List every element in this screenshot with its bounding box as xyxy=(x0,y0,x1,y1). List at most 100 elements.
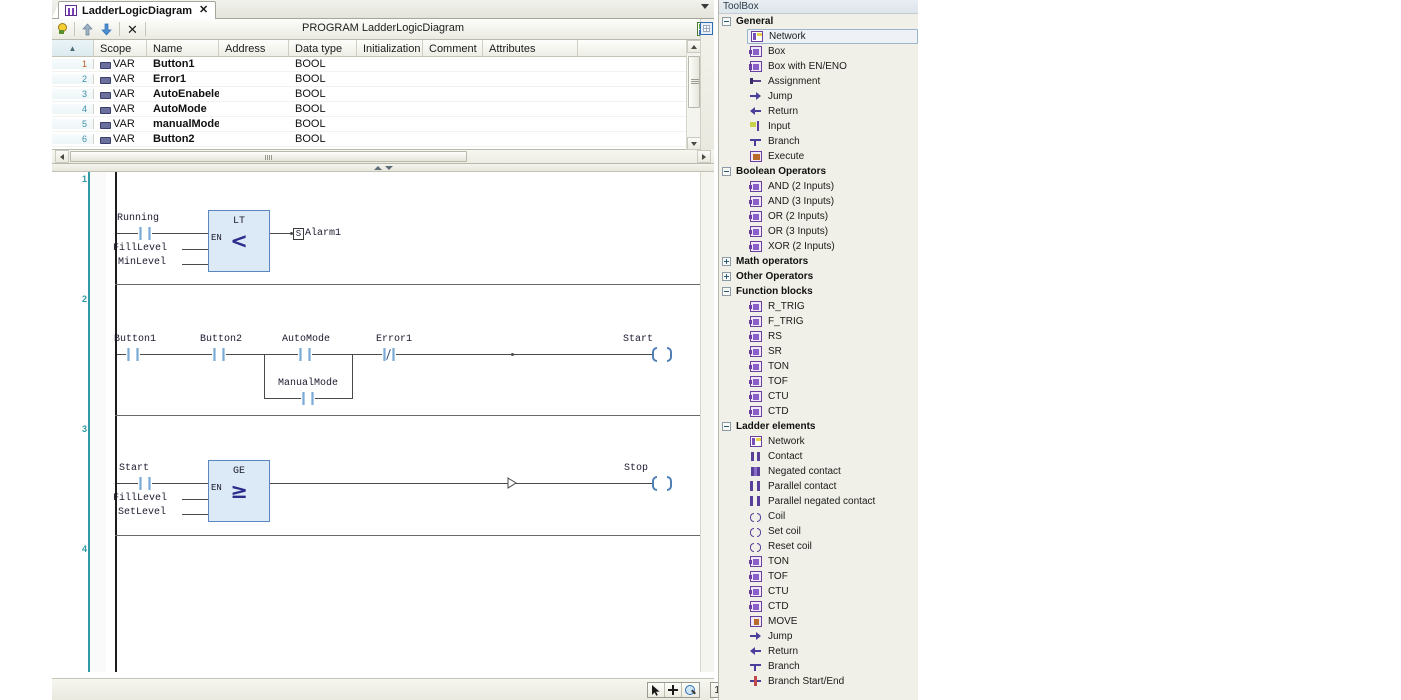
scroll-down-icon[interactable] xyxy=(687,137,701,150)
bulb-icon[interactable] xyxy=(52,20,71,39)
toolbox-group-other-operators[interactable]: Other Operators xyxy=(719,269,918,284)
toolbox-item-network[interactable]: Network xyxy=(747,29,918,44)
toolbox-item-execute[interactable]: Execute xyxy=(719,149,918,164)
canvas-vertical-scrollbar[interactable] xyxy=(700,172,714,672)
pan-tool-icon[interactable] xyxy=(665,683,682,697)
table-row[interactable]: 3 VAR AutoEnabeled BOOL xyxy=(52,87,714,102)
coil-stop[interactable] xyxy=(652,476,672,491)
toolbox-item-sr[interactable]: SR xyxy=(719,344,918,359)
ladder-diagram-canvas[interactable]: 1 2 3 4 Running FillLevel MinLevel LT EN… xyxy=(52,172,714,672)
table-row[interactable]: 2 VAR Error1 BOOL xyxy=(52,72,714,87)
toolbox-item-contact[interactable]: Contact xyxy=(719,449,918,464)
declaration-vertical-scrollbar[interactable] xyxy=(686,40,701,150)
pointer-tool-icon[interactable] xyxy=(648,683,665,697)
set-coil-marker[interactable]: S xyxy=(293,228,304,240)
toolbox-item-box-with-en-eno[interactable]: Box with EN/ENO xyxy=(719,59,918,74)
scrollbar-thumb[interactable] xyxy=(70,151,467,162)
toolbox-item-ladder-return[interactable]: Return xyxy=(719,644,918,659)
move-down-icon[interactable] xyxy=(97,20,116,39)
toolbox-group-math-operators[interactable]: Math operators xyxy=(719,254,918,269)
expand-icon[interactable] xyxy=(722,257,731,266)
toolbox-item-set-coil[interactable]: Set coil xyxy=(719,524,918,539)
contact-automode[interactable] xyxy=(298,348,312,361)
delete-icon[interactable]: ✕ xyxy=(123,20,142,39)
table-row[interactable]: 5 VAR manualMode BOOL xyxy=(52,117,714,132)
contact-button1[interactable] xyxy=(126,348,140,361)
toolbox-group-general[interactable]: General xyxy=(719,14,918,29)
splitter-down-icon[interactable] xyxy=(384,165,393,170)
contact-start[interactable] xyxy=(138,477,152,490)
toolbox-item-branch[interactable]: Branch xyxy=(719,134,918,149)
toolbox-item-or-2-inputs[interactable]: OR (2 Inputs) xyxy=(719,209,918,224)
function-block-ge[interactable]: GE EN ≥ xyxy=(208,460,270,522)
toolbox-item-rs[interactable]: RS xyxy=(719,329,918,344)
column-header-comment[interactable]: Comment xyxy=(423,40,483,56)
toolbox-group-function-blocks[interactable]: Function blocks xyxy=(719,284,918,299)
column-header-initialization[interactable]: Initialization xyxy=(357,40,423,56)
toolbox-item-ladder-ctd[interactable]: CTD xyxy=(719,599,918,614)
toolbox-item-or-3-inputs[interactable]: OR (3 Inputs) xyxy=(719,224,918,239)
splitter-up-icon[interactable] xyxy=(373,165,382,170)
editor-splitter[interactable] xyxy=(52,164,714,172)
contact-error1-negated[interactable] xyxy=(382,348,396,361)
table-row[interactable]: 6 VAR Button2 BOOL xyxy=(52,132,714,147)
toolbox-item-move[interactable]: MOVE xyxy=(719,614,918,629)
move-up-icon[interactable] xyxy=(78,20,97,39)
contact-running[interactable] xyxy=(138,227,152,240)
toolbox-group-boolean-operators[interactable]: Boolean Operators xyxy=(719,164,918,179)
toolbox-item-ladder-tof[interactable]: TOF xyxy=(719,569,918,584)
toolbox-item-ladder-ton[interactable]: TON xyxy=(719,554,918,569)
toolbox-item-xor-2-inputs[interactable]: XOR (2 Inputs) xyxy=(719,239,918,254)
scroll-up-icon[interactable] xyxy=(687,40,701,53)
toolbox-item-and-3-inputs[interactable]: AND (3 Inputs) xyxy=(719,194,918,209)
toolbox-item-tof[interactable]: TOF xyxy=(719,374,918,389)
toolbox-item-ctd[interactable]: CTD xyxy=(719,404,918,419)
collapse-icon[interactable] xyxy=(722,422,731,431)
collapse-icon[interactable] xyxy=(722,17,731,26)
column-header-name[interactable]: Name xyxy=(147,40,219,56)
toolbox-item-r-trig[interactable]: R_TRIG xyxy=(719,299,918,314)
scrollbar-thumb[interactable] xyxy=(688,56,700,108)
toolbox-item-input[interactable]: Input xyxy=(719,119,918,134)
contact-manualmode[interactable] xyxy=(301,392,315,405)
scroll-right-icon[interactable] xyxy=(697,150,711,163)
toolbox-item-parallel-negated-contact[interactable]: Parallel negated contact xyxy=(719,494,918,509)
toolbox-item-and-2-inputs[interactable]: AND (2 Inputs) xyxy=(719,179,918,194)
toolbox-item-parallel-contact[interactable]: Parallel contact xyxy=(719,479,918,494)
close-icon[interactable]: ✕ xyxy=(197,5,208,16)
collapse-icon[interactable] xyxy=(722,167,731,176)
toolbox-item-f-trig[interactable]: F_TRIG xyxy=(719,314,918,329)
toolbox-item-ladder-network[interactable]: Network xyxy=(719,434,918,449)
column-header-address[interactable]: Address xyxy=(219,40,289,56)
toolbox-item-ctu[interactable]: CTU xyxy=(719,389,918,404)
expand-icon[interactable] xyxy=(722,272,731,281)
declaration-horizontal-scrollbar[interactable] xyxy=(52,150,714,164)
table-row[interactable]: 1 VAR Button1 BOOL xyxy=(52,57,714,72)
toolbox-item-return[interactable]: Return xyxy=(719,104,918,119)
column-header-gutter[interactable]: ▲ xyxy=(52,40,94,56)
toolbox-item-branch-start-end[interactable]: Branch Start/End xyxy=(719,674,918,689)
coil-start[interactable] xyxy=(652,347,672,362)
toolbox-item-box[interactable]: Box xyxy=(719,44,918,59)
toolbox-group-ladder-elements[interactable]: Ladder elements xyxy=(719,419,918,434)
toolbox-item-ton[interactable]: TON xyxy=(719,359,918,374)
table-row[interactable]: 4 VAR AutoMode BOOL xyxy=(52,102,714,117)
collapse-icon[interactable] xyxy=(722,287,731,296)
toolbox-item-negated-contact[interactable]: Negated contact xyxy=(719,464,918,479)
column-header-attributes[interactable]: Attributes xyxy=(483,40,578,56)
toolbox-item-ladder-jump[interactable]: Jump xyxy=(719,629,918,644)
toolbox-item-ladder-branch[interactable]: Branch xyxy=(719,659,918,674)
scroll-left-icon[interactable] xyxy=(55,150,69,163)
table-view-toggle-icon[interactable] xyxy=(700,22,713,35)
column-header-scope[interactable]: Scope xyxy=(94,40,147,56)
zoom-tool-icon[interactable] xyxy=(682,683,699,697)
chevron-down-icon[interactable] xyxy=(701,4,709,9)
toolbox-item-coil[interactable]: Coil xyxy=(719,509,918,524)
toolbox-item-reset-coil[interactable]: Reset coil xyxy=(719,539,918,554)
contact-button2[interactable] xyxy=(212,348,226,361)
toolbox-item-assignment[interactable]: Assignment xyxy=(719,74,918,89)
column-header-data-type[interactable]: Data type xyxy=(289,40,357,56)
document-tab-ladderlogicdiagram[interactable]: LadderLogicDiagram ✕ xyxy=(58,1,217,19)
toolbox-item-jump[interactable]: Jump xyxy=(719,89,918,104)
function-block-lt[interactable]: LT EN < xyxy=(208,210,270,272)
